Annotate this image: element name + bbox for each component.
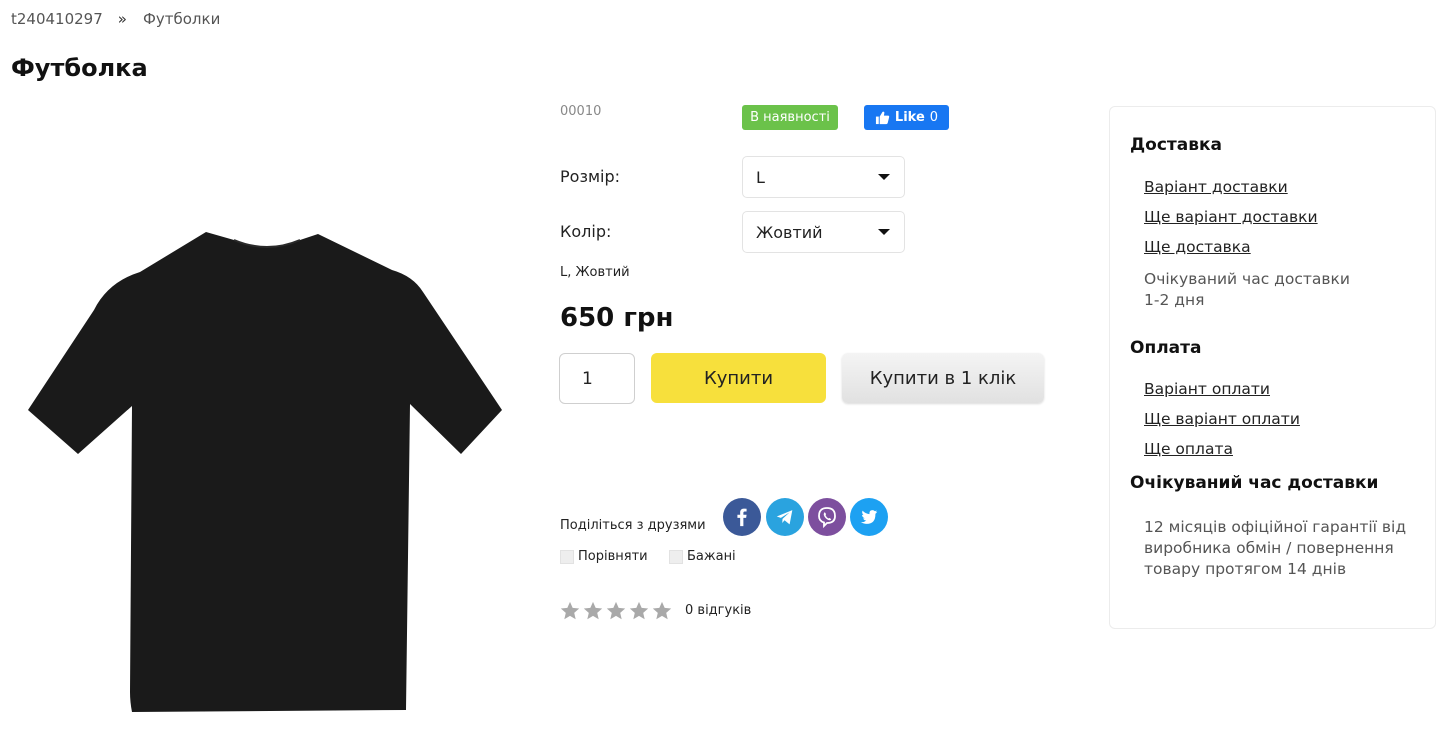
chevron-down-icon [878, 174, 890, 180]
wishlist-toggle[interactable]: Бажані [669, 549, 736, 564]
delivery-payment-panel: Доставка Варіант доставки Ще варіант дос… [1109, 106, 1436, 629]
color-label: Колір: [560, 222, 612, 241]
size-select[interactable]: L [742, 156, 905, 198]
product-price: 650 грн [560, 303, 674, 333]
facebook-icon[interactable] [723, 498, 761, 536]
payment-heading: Оплата [1130, 338, 1202, 358]
breadcrumb-separator: » [117, 10, 127, 28]
compare-label: Порівняти [578, 549, 648, 564]
warranty-heading: Очікуваний час доставки [1130, 473, 1379, 493]
wishlist-checkbox[interactable] [669, 549, 683, 564]
star-icon[interactable] [605, 600, 627, 622]
product-sku: 00010 [560, 104, 602, 119]
delivery-heading: Доставка [1130, 135, 1222, 155]
star-icon[interactable] [559, 600, 581, 622]
color-select[interactable]: Жовтий [742, 211, 905, 253]
facebook-like-label: Like [894, 110, 925, 125]
delivery-option-link-1[interactable]: Варіант доставки [1144, 178, 1288, 196]
twitter-icon[interactable] [850, 498, 888, 536]
delivery-time-line-1: Очікуваний час доставки [1144, 270, 1350, 288]
viber-icon[interactable] [808, 498, 846, 536]
warranty-line-2: виробника обмін / повернення [1144, 539, 1394, 557]
facebook-like-count: 0 [929, 110, 939, 125]
breadcrumb: t240410297 » Футболки [11, 10, 220, 28]
compare-checkbox[interactable] [560, 549, 574, 564]
delivery-time-text: Очікуваний час доставки 1-2 дня [1144, 269, 1350, 311]
warranty-line-3: товару протягом 14 днів [1144, 560, 1347, 578]
variant-summary: L, Жовтий [560, 265, 630, 280]
warranty-line-1: 12 місяців офіційної гарантії від [1144, 518, 1407, 536]
page-title: Футболка [11, 54, 148, 82]
payment-option-link-2[interactable]: Ще варіант оплати [1144, 410, 1300, 428]
star-icon[interactable] [628, 600, 650, 622]
delivery-option-link-2[interactable]: Ще варіант доставки [1144, 208, 1318, 226]
star-icon[interactable] [651, 600, 673, 622]
telegram-icon[interactable] [766, 498, 804, 536]
buy-button[interactable]: Купити [651, 353, 826, 403]
breadcrumb-category-link[interactable]: Футболки [143, 10, 220, 28]
wishlist-label: Бажані [687, 549, 736, 564]
thumbs-up-icon [875, 111, 890, 125]
delivery-time-line-2: 1-2 дня [1144, 291, 1205, 309]
payment-option-link-1[interactable]: Варіант оплати [1144, 380, 1270, 398]
share-label: Поділіться з друзями [560, 518, 706, 533]
reviews-link[interactable]: 0 відгуків [685, 603, 751, 618]
star-icon[interactable] [582, 600, 604, 622]
rating-stars[interactable] [559, 600, 673, 622]
facebook-like-button[interactable]: Like 0 [864, 105, 949, 130]
chevron-down-icon [878, 229, 890, 235]
warranty-text: 12 місяців офіційної гарантії від виробн… [1144, 517, 1406, 580]
size-selected-value: L [756, 167, 765, 187]
buy-one-click-button[interactable]: Купити в 1 клік [842, 353, 1044, 403]
delivery-option-link-3[interactable]: Ще доставка [1144, 238, 1251, 256]
payment-option-link-3[interactable]: Ще оплата [1144, 440, 1233, 458]
compare-toggle[interactable]: Порівняти [560, 549, 648, 564]
product-image[interactable] [28, 232, 506, 714]
size-label: Розмір: [560, 167, 621, 186]
breadcrumb-home-link[interactable]: t240410297 [11, 10, 103, 28]
color-selected-value: Жовтий [756, 222, 823, 242]
stock-badge: В наявності [742, 105, 838, 130]
quantity-input[interactable]: 1 [559, 353, 635, 404]
